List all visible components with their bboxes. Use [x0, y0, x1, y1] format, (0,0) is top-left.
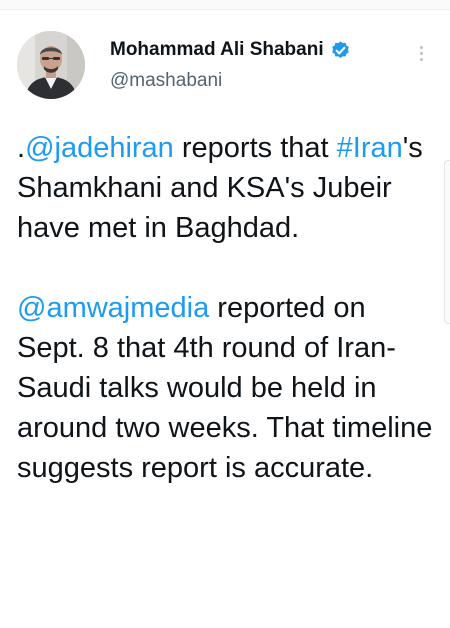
tweet-text: .@jadehiran reports that #Iran's Shamkha…	[17, 128, 435, 488]
more-dot	[419, 45, 423, 49]
author-name-row: Mohammad Ali Shabani	[110, 39, 351, 61]
scrollbar-edge[interactable]	[444, 160, 450, 324]
avatar-photo	[17, 31, 85, 99]
author-display-name[interactable]: Mohammad Ali Shabani	[110, 39, 324, 61]
top-divider	[0, 0, 450, 10]
tweet-paragraph-1: .@jadehiran reports that #Iran's Shamkha…	[17, 128, 435, 248]
mention-link-jadehiran[interactable]: @jadehiran	[25, 132, 174, 164]
tweet-paragraph-2: @amwajmedia reported on Sept. 8 that 4th…	[17, 288, 435, 488]
tweet-card: Mohammad Ali Shabani @mashabani .@jadehi…	[0, 10, 450, 628]
hashtag-link-iran[interactable]: #Iran	[337, 132, 403, 164]
more-options-icon[interactable]	[408, 40, 434, 66]
text-prefix: .	[17, 132, 26, 164]
text-segment: reports that	[173, 132, 337, 164]
avatar[interactable]	[17, 31, 85, 99]
more-dot	[419, 57, 423, 61]
more-dot	[419, 51, 423, 55]
verified-badge-icon	[330, 40, 351, 61]
mention-link-amwajmedia[interactable]: @amwajmedia	[17, 292, 209, 324]
author-handle[interactable]: @mashabani	[110, 70, 222, 92]
